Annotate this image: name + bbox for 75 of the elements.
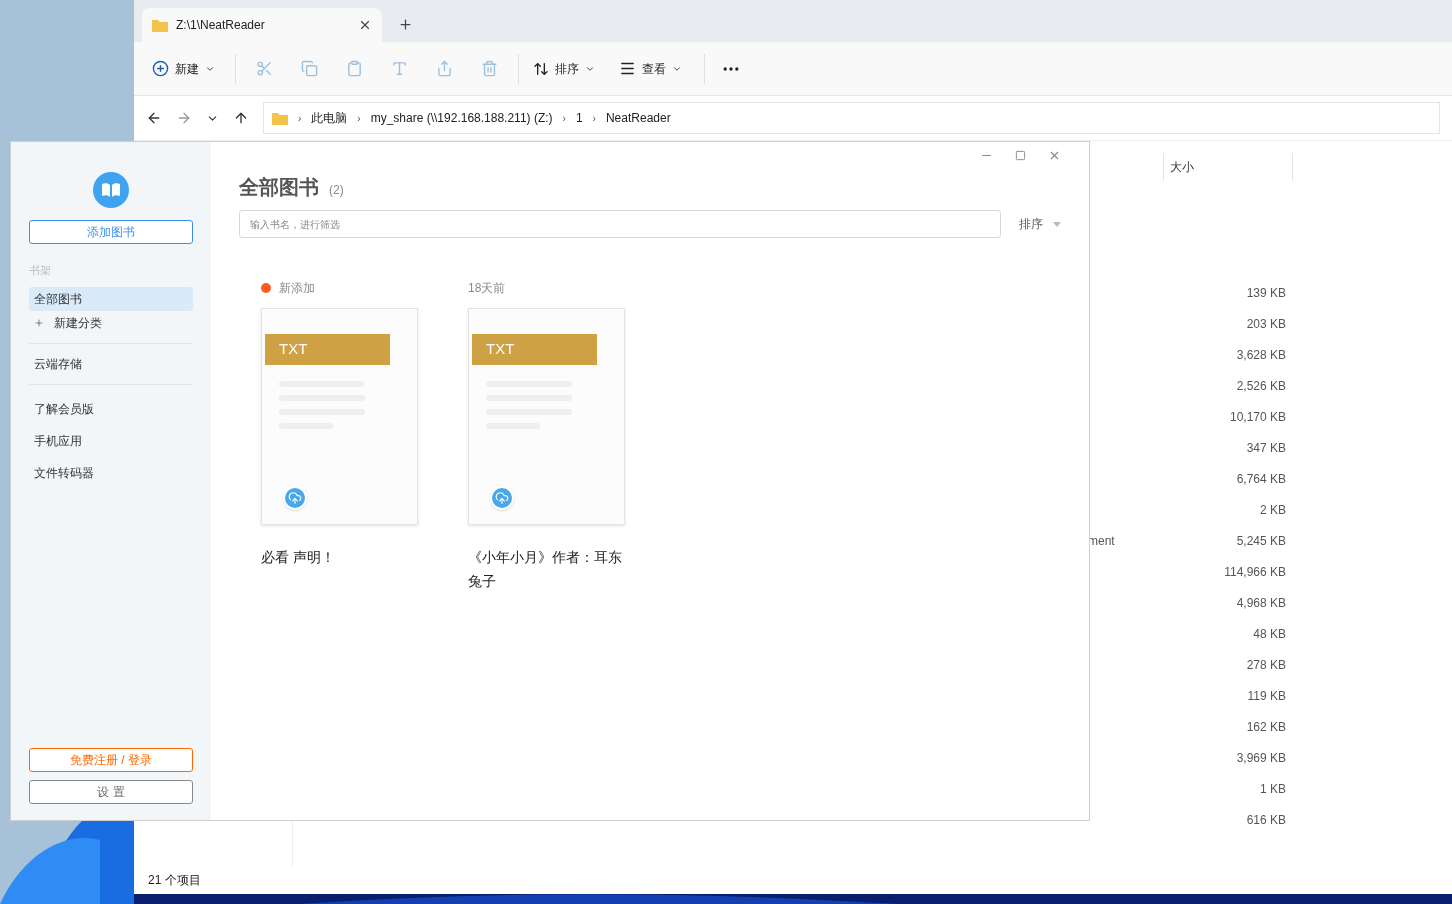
book-title[interactable]: 《小年小月》作者：耳东兔子 [468,545,628,593]
book-count: (2) [329,182,344,199]
view-icon [619,60,636,77]
file-size: 616 KB [1246,812,1286,827]
format-banner: TXT [265,334,390,365]
status-text: 21 个项目 [148,872,201,889]
back-icon[interactable] [146,110,162,126]
paste-icon[interactable] [346,60,363,77]
chevron-icon: › [298,110,302,126]
folder-tab[interactable]: Z:\1\NeatReader [142,8,382,42]
file-size: 2 KB [1260,502,1286,517]
delete-icon[interactable] [481,60,498,77]
search-field[interactable]: 输入书名，进行筛选 [239,210,1001,238]
file-size: 139 KB [1246,285,1286,300]
sort-button[interactable]: 排序 [527,59,601,78]
section-label: 书架 [29,263,52,278]
folder-icon [152,18,168,32]
file-size: 347 KB [1246,440,1286,455]
nav-item[interactable]: 手机应用 [29,428,193,453]
nav-item[interactable]: 文件转码器 [29,460,193,485]
nav-item[interactable]: 云端存储 [29,351,193,376]
book-logo-icon [93,172,129,208]
new-button[interactable]: 新建 [152,59,227,78]
file-size: 48 KB [1253,626,1286,641]
settings-button[interactable]: 设 置 [29,780,193,804]
book-tag: 18天前 [468,279,506,297]
nav-item[interactable]: 新建分类 [29,310,193,335]
upload-icon[interactable] [490,486,514,510]
file-size: 162 KB [1246,719,1286,734]
file-size: 5,245 KB [1236,533,1286,548]
upload-icon[interactable] [283,486,307,510]
chevron-icon: › [562,110,566,126]
new-tab-icon[interactable] [398,17,413,32]
share-icon[interactable] [436,60,453,77]
copy-icon[interactable] [301,60,318,77]
book-tag: 新添加 [279,279,315,297]
file-size: 4,968 KB [1236,595,1286,610]
file-size: 3,628 KB [1236,347,1286,362]
breadcrumb-item[interactable]: my_share (\\192.168.188.211) (Z:) [370,109,553,127]
caret-icon [1053,221,1061,227]
view-button[interactable]: 查看 [605,59,696,78]
chevron-icon: › [357,110,361,126]
chevron-icon: › [592,110,596,126]
forward-icon[interactable] [176,110,192,126]
file-size: 2,526 KB [1236,378,1286,393]
file-size: 1 KB [1260,781,1286,796]
file-size: 114,966 KB [1224,564,1286,579]
sort-dropdown[interactable]: 排序 [1019,215,1061,233]
breadcrumb-item[interactable]: 1 [575,109,583,127]
sort-icon [533,60,549,77]
close-icon[interactable] [358,18,372,32]
page-title: 全部图书 [239,175,319,200]
plus-icon [152,60,169,77]
folder-icon [272,111,288,125]
format-banner: TXT [472,334,597,365]
column-header[interactable]: 大小 [1163,153,1293,181]
tab-title: Z:\1\NeatReader [176,17,266,34]
nav-item[interactable]: 全部图书 [29,286,193,311]
breadcrumb-item[interactable]: 此电脑 [311,109,348,127]
add-book-button[interactable]: 添加图书 [29,220,193,244]
rename-icon[interactable] [391,60,408,77]
breadcrumb-item[interactable]: NeatReader [605,109,671,127]
file-size: 6,764 KB [1236,471,1286,486]
file-size: 203 KB [1246,316,1286,331]
plus-icon [34,317,44,328]
file-size: 278 KB [1246,657,1286,672]
up-icon[interactable] [233,110,249,126]
book-title[interactable]: 必看 声明！ [261,545,421,569]
nav-item[interactable]: 了解会员版 [29,396,193,421]
address-bar[interactable]: › 此电脑 › my_share (\\192.168.188.211) (Z:) › 1 › NeatReader [263,102,1440,134]
file-size: 3,969 KB [1236,750,1286,765]
file-size: 10,170 KB [1229,409,1286,424]
cut-icon[interactable] [256,60,273,77]
file-size: 119 KB [1247,688,1286,703]
maximize-icon[interactable] [1015,149,1026,161]
